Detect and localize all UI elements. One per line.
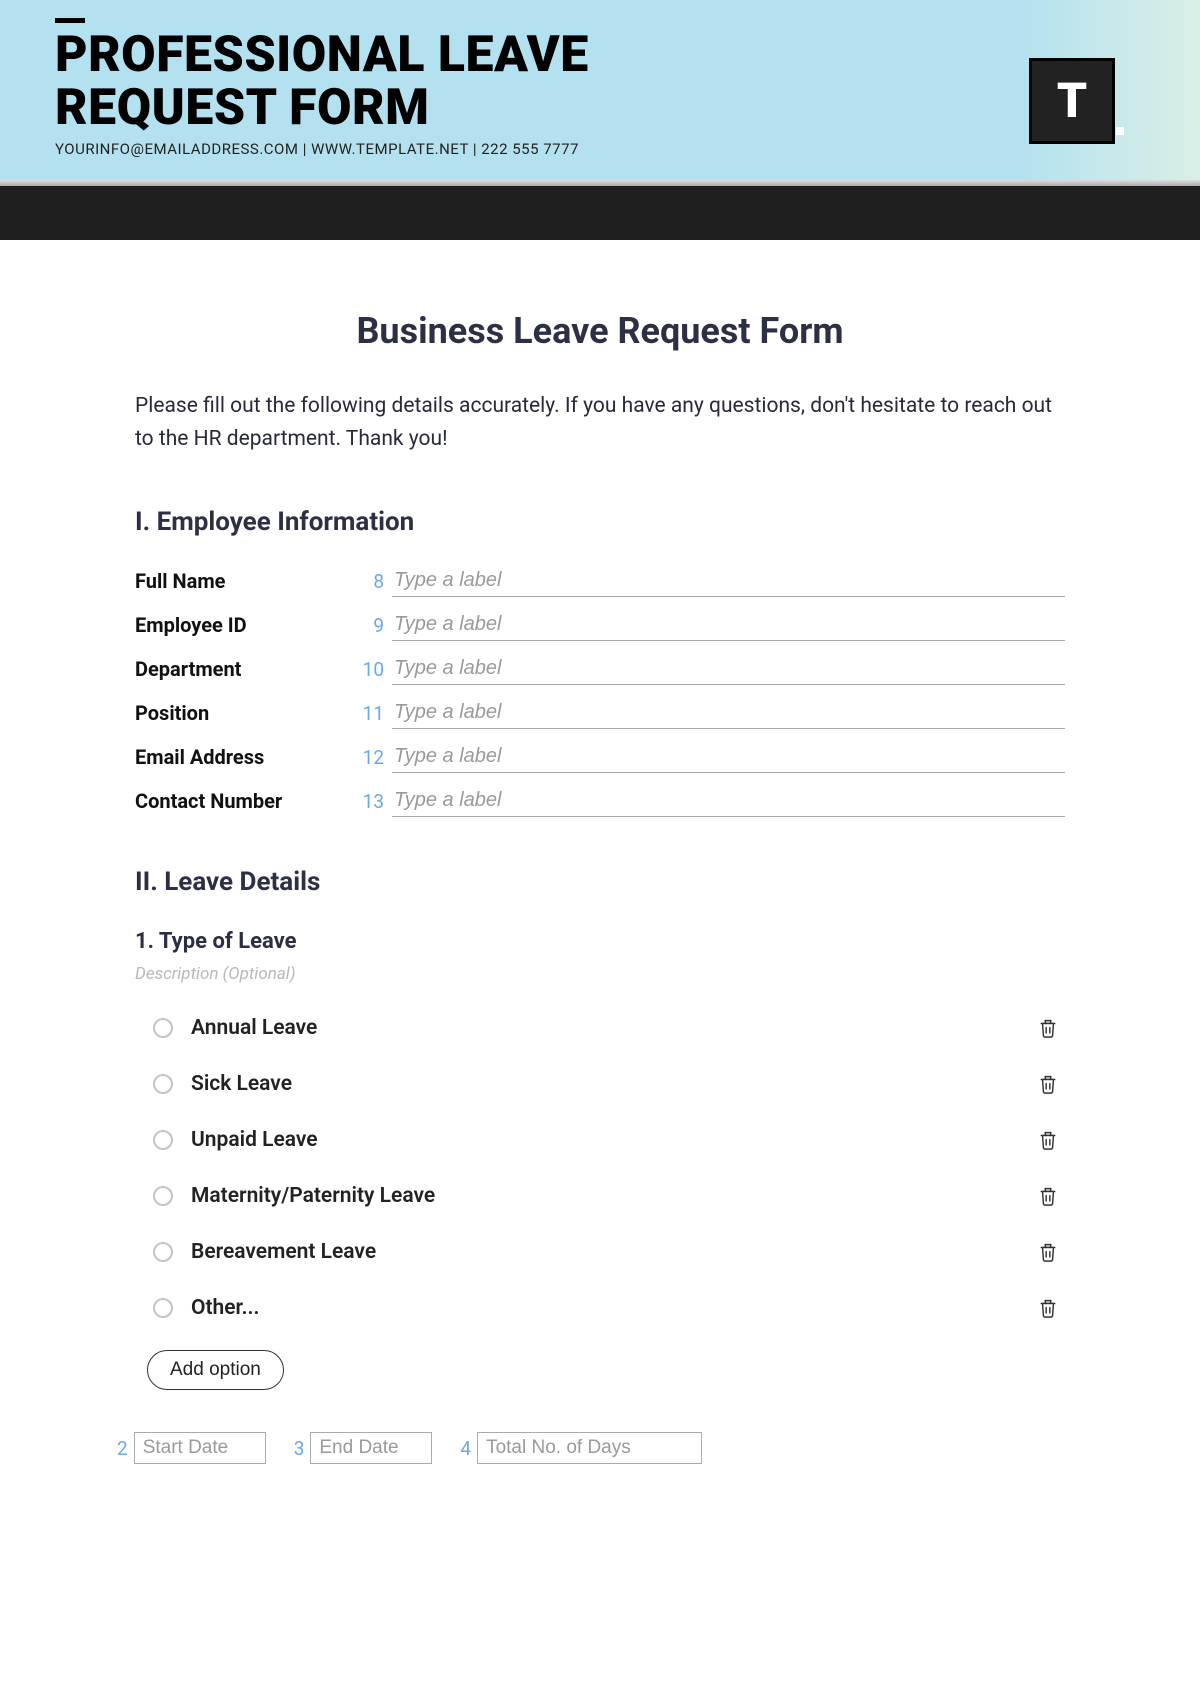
leave-option-row: Annual Leave [135,1006,1065,1050]
date-group: 2 [117,1432,266,1464]
field-row: Full Name8 [135,569,1065,597]
field-label: Email Address [135,745,360,773]
trash-icon[interactable] [1037,1128,1059,1152]
leave-option-row: Sick Leave [135,1062,1065,1106]
option-label: Bereavement Leave [191,1240,1037,1264]
banner-title: PROFESSIONAL LEAVE REQUEST FORM [55,29,1145,134]
field-input[interactable] [392,789,1065,817]
field-label: Full Name [135,569,360,597]
trash-icon[interactable] [1037,1184,1059,1208]
radio-button[interactable] [153,1186,173,1206]
employee-fields: Full Name8Employee ID9Department10Positi… [135,569,1065,817]
banner-title-line2: REQUEST FORM [55,79,429,137]
radio-button[interactable] [153,1130,173,1150]
field-label: Position [135,701,360,729]
banner-dash [55,18,85,23]
option-label: Sick Leave [191,1072,1037,1096]
field-label: Contact Number [135,789,360,817]
radio-button[interactable] [153,1242,173,1262]
option-label: Annual Leave [191,1016,1037,1040]
header-banner: PROFESSIONAL LEAVE REQUEST FORM YOURINFO… [0,0,1200,180]
date-input[interactable] [477,1432,702,1464]
field-input[interactable] [392,657,1065,685]
banner-contact: YOURINFO@EMAILADDRESS.COM | WWW.TEMPLATE… [55,140,1145,158]
trash-icon[interactable] [1037,1296,1059,1320]
field-number: 10 [360,658,392,685]
form-title: Business Leave Request Form [135,310,1065,352]
field-label: Department [135,657,360,685]
option-label: Maternity/Paternity Leave [191,1184,1037,1208]
field-input[interactable] [392,701,1065,729]
leave-options: Annual Leave Sick Leave Unpaid Leave Matern… [135,1006,1065,1330]
field-input[interactable] [392,569,1065,597]
field-label: Employee ID [135,613,360,641]
date-number: 4 [460,1437,471,1460]
leave-option-row: Bereavement Leave [135,1230,1065,1274]
date-group: 3 [294,1432,433,1464]
field-row: Email Address12 [135,745,1065,773]
field-row: Department10 [135,657,1065,685]
date-number: 3 [294,1437,305,1460]
brand-logo-letter: T [1057,77,1087,125]
date-fields-row: 2 3 4 [117,1432,1065,1464]
field-row: Contact Number13 [135,789,1065,817]
form-content: Business Leave Request Form Please fill … [0,240,1200,1494]
field-number: 11 [360,702,392,729]
banner-title-line1: PROFESSIONAL LEAVE [55,26,589,84]
trash-icon[interactable] [1037,1072,1059,1096]
field-number: 12 [360,746,392,773]
leave-option-row: Maternity/Paternity Leave [135,1174,1065,1218]
section2-heading: II. Leave Details [135,867,1065,897]
date-group: 4 [460,1432,702,1464]
field-number: 13 [360,790,392,817]
radio-button[interactable] [153,1018,173,1038]
radio-button[interactable] [153,1074,173,1094]
field-input[interactable] [392,613,1065,641]
radio-button[interactable] [153,1298,173,1318]
black-bar [0,186,1200,240]
question1-title: 1. Type of Leave [135,929,1065,954]
field-row: Employee ID9 [135,613,1065,641]
trash-icon[interactable] [1037,1016,1059,1040]
field-number: 9 [360,614,392,641]
field-number: 8 [360,570,392,597]
field-row: Position11 [135,701,1065,729]
date-input[interactable] [310,1432,432,1464]
date-input[interactable] [134,1432,266,1464]
description-placeholder[interactable]: Description (Optional) [135,964,1065,984]
form-intro: Please fill out the following details ac… [135,390,1065,455]
brand-logo-dot [1116,127,1124,135]
brand-logo: T [1029,58,1115,144]
leave-option-row: Unpaid Leave [135,1118,1065,1162]
leave-option-row: Other... [135,1286,1065,1330]
section1-heading: I. Employee Information [135,507,1065,537]
add-option-button[interactable]: Add option [147,1350,284,1390]
option-label: Unpaid Leave [191,1128,1037,1152]
trash-icon[interactable] [1037,1240,1059,1264]
field-input[interactable] [392,745,1065,773]
option-label: Other... [191,1296,1037,1320]
date-number: 2 [117,1437,128,1460]
